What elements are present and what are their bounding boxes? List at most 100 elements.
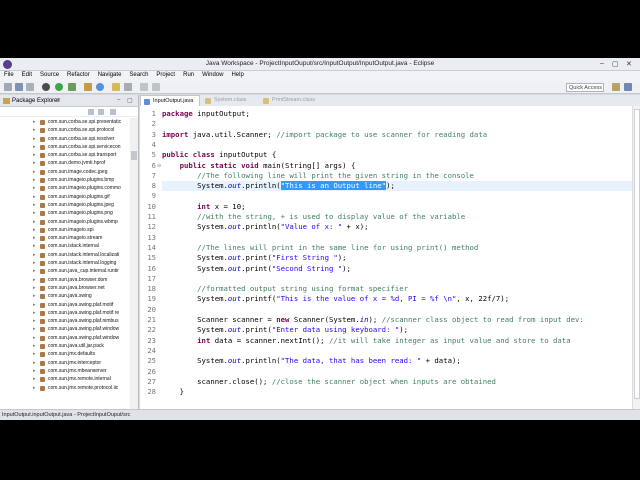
expand-arrow-icon[interactable]: ▸ [33, 135, 36, 143]
code-line[interactable] [162, 140, 632, 150]
expand-arrow-icon[interactable]: ▸ [33, 334, 36, 342]
package-item[interactable]: ▸ com.sun.istack.internal.localizati [0, 251, 130, 259]
package-item[interactable]: ▸ com.sun.jmx.interceptor [0, 359, 130, 367]
package-item[interactable]: ▸ com.sun.corba.se.spi.protocol [0, 126, 130, 134]
expand-arrow-icon[interactable]: ▸ [33, 242, 36, 250]
expand-arrow-icon[interactable]: ▸ [33, 159, 36, 167]
expand-arrow-icon[interactable]: ▸ [33, 118, 36, 126]
menu-window[interactable]: Window [198, 71, 227, 78]
expand-arrow-icon[interactable]: ▸ [33, 284, 36, 292]
code-line[interactable] [162, 305, 632, 315]
package-item[interactable]: ▸ com.sun.imageio.plugins.wbmp [0, 218, 130, 226]
package-item[interactable]: ▸ com.sun.corba.se.spi.resolver [0, 135, 130, 143]
package-item[interactable]: ▸ com.sun.imageio.plugins.commo [0, 184, 130, 192]
package-item[interactable]: ▸ com.sun.istack.internal.logging [0, 259, 130, 267]
package-item[interactable]: ▸ com.sun.jmx.mbeanserver [0, 367, 130, 375]
expand-arrow-icon[interactable]: ▸ [33, 276, 36, 284]
scroll-thumb[interactable] [131, 151, 137, 160]
menu-source[interactable]: Source [36, 71, 63, 78]
menu-edit[interactable]: Edit [18, 71, 36, 78]
package-item[interactable]: ▸ com.sun.java.browser.net [0, 284, 130, 292]
menu-project[interactable]: Project [152, 71, 179, 78]
expand-arrow-icon[interactable]: ▸ [33, 350, 36, 358]
code-line[interactable]: System.out.print("Second String "); [162, 264, 632, 274]
print-icon[interactable] [26, 83, 34, 91]
code-editor[interactable]: 1 2 3 4 5 6 7 8 9 10 11 12 13 14 15 16 17 18 19 20 21 22 23 24 2… [140, 106, 632, 409]
expand-arrow-icon[interactable]: ▸ [33, 151, 36, 159]
maximize-view-icon[interactable]: ▢ [127, 97, 133, 104]
editor-scrollbar[interactable] [632, 106, 640, 409]
expand-arrow-icon[interactable]: ▸ [33, 126, 36, 134]
search-icon[interactable] [124, 83, 132, 91]
code-line[interactable]: Scanner scanner = new Scanner(System.in)… [162, 315, 632, 325]
expand-arrow-icon[interactable]: ▸ [33, 143, 36, 151]
code-line[interactable]: System.out.print("Enter data using keybo… [162, 325, 632, 335]
menu-search[interactable]: Search [125, 71, 152, 78]
package-item[interactable]: ▸ com.sun.java.swing.plaf.window [0, 334, 130, 342]
code-line[interactable] [162, 191, 632, 201]
coverage-icon[interactable] [68, 83, 76, 91]
fold-toggle-icon[interactable]: ⊖ [157, 163, 161, 169]
package-item[interactable]: ▸ com.sun.jmx.remote.protocol.iic [0, 384, 130, 392]
forward-icon[interactable] [152, 83, 160, 91]
package-item[interactable]: ▸ com.sun.java.swing.plaf.motif.re [0, 309, 130, 317]
tab-system-class[interactable]: System.class [202, 95, 258, 106]
code-line[interactable]: //formatted output string using format s… [162, 284, 632, 294]
expand-arrow-icon[interactable]: ▸ [33, 168, 36, 176]
menu-navigate[interactable]: Navigate [94, 71, 126, 78]
expand-arrow-icon[interactable]: ▸ [33, 226, 36, 234]
code-line[interactable]: int x = 10; [162, 202, 632, 212]
code-line[interactable]: package inputOutput; [162, 109, 632, 119]
scroll-thumb[interactable] [634, 109, 640, 399]
package-item[interactable]: ▸ com.sun.imageio.plugins.jpeg [0, 201, 130, 209]
collapse-all-icon[interactable] [88, 109, 94, 115]
code-line[interactable] [162, 119, 632, 129]
expand-arrow-icon[interactable]: ▸ [33, 342, 36, 350]
expand-arrow-icon[interactable]: ▸ [33, 234, 36, 242]
menu-help[interactable]: Help [227, 71, 247, 78]
code-line[interactable]: //The lines will print in the same line … [162, 243, 632, 253]
code-line[interactable] [162, 346, 632, 356]
expand-arrow-icon[interactable]: ▸ [33, 375, 36, 383]
expand-arrow-icon[interactable]: ▸ [33, 384, 36, 392]
expand-arrow-icon[interactable]: ▸ [33, 209, 36, 217]
java-ee-perspective-icon[interactable] [612, 83, 620, 91]
package-item[interactable]: ▸ com.sun.imageio.plugins.png [0, 209, 130, 217]
close-button[interactable]: ✕ [626, 60, 632, 68]
code-line[interactable]: System.out.printf("This is the value of … [162, 294, 632, 304]
menu-refactor[interactable]: Refactor [63, 71, 94, 78]
new-icon[interactable] [4, 83, 12, 91]
link-editor-icon[interactable] [98, 109, 104, 115]
expand-arrow-icon[interactable]: ▸ [33, 218, 36, 226]
expand-arrow-icon[interactable]: ▸ [33, 317, 36, 325]
code-line[interactable]: //The following line will print the give… [162, 171, 632, 181]
package-item[interactable]: ▸ com.sun.java.browser.dom [0, 276, 130, 284]
code-line[interactable]: //with the string, + is used to display … [162, 212, 632, 222]
package-item[interactable]: ▸ com.sun.istack.internal [0, 242, 130, 250]
package-tree-scrollbar[interactable] [130, 118, 138, 409]
code-line[interactable] [162, 233, 632, 243]
package-item[interactable]: ▸ com.sun.imageio.plugins.bmp [0, 176, 130, 184]
expand-arrow-icon[interactable]: ▸ [33, 301, 36, 309]
package-item[interactable]: ▸ com.sun.java.util.jar.pack [0, 342, 130, 350]
debug-icon[interactable] [42, 83, 50, 91]
package-item[interactable]: ▸ com.sun.java_cup.internal.runtir [0, 267, 130, 275]
package-item[interactable]: ▸ com.sun.jmx.defaults [0, 350, 130, 358]
quick-access-input[interactable]: Quick Access [566, 83, 604, 92]
code-line[interactable]: scanner.close(); //close the scanner obj… [162, 377, 632, 387]
menu-run[interactable]: Run [179, 71, 198, 78]
package-item[interactable]: ▸ com.sun.java.swing.plaf.motif [0, 301, 130, 309]
code-line[interactable]: } [162, 387, 632, 397]
package-item[interactable]: ▸ com.sun.imageio.stream [0, 234, 130, 242]
view-menu-icon[interactable] [110, 109, 116, 115]
package-item[interactable]: ▸ com.sun.corba.se.spi.servicecon [0, 143, 130, 151]
tab-inputoutput-java[interactable]: InputOutput.java [140, 95, 200, 106]
code-line[interactable]: public static void main(String[] args) { [162, 161, 632, 171]
package-item[interactable]: ▸ com.sun.java.swing [0, 292, 130, 300]
run-icon[interactable] [55, 83, 63, 91]
new-java-package-icon[interactable] [84, 83, 92, 91]
expand-arrow-icon[interactable]: ▸ [33, 309, 36, 317]
expand-arrow-icon[interactable]: ▸ [33, 359, 36, 367]
package-item[interactable]: ▸ com.sun.corba.se.spi.presentatic [0, 118, 130, 126]
expand-arrow-icon[interactable]: ▸ [33, 184, 36, 192]
